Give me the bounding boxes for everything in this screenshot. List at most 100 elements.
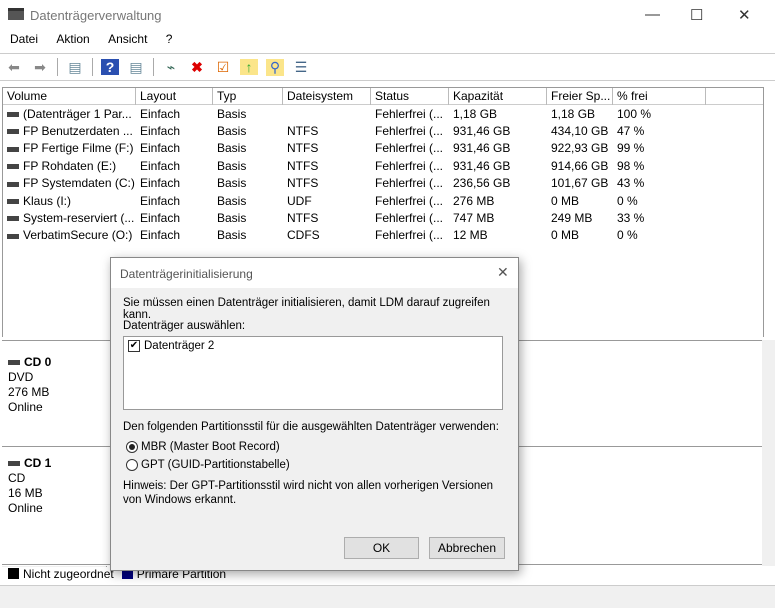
- cell-typ: Basis: [213, 194, 283, 208]
- table-row[interactable]: Klaus (I:) Einfach Basis UDF Fehlerfrei (...…: [3, 192, 763, 209]
- cell-text: Fehlerfrei (...: [375, 106, 444, 121]
- column-freier-speicher[interactable]: Freier Sp...: [547, 87, 613, 105]
- dialog-close-button[interactable]: ✕: [497, 264, 509, 281]
- volume-icon: [7, 146, 19, 152]
- cell-text: Einfach: [140, 176, 181, 191]
- disk-state: Online: [8, 400, 43, 414]
- gpt-hint: Hinweis: Der GPT-Partitionsstil wird nic…: [123, 480, 494, 506]
- cell-text: 931,46 GB: [453, 158, 511, 173]
- cell-volume: FP Fertige Filme (F:): [3, 141, 136, 155]
- cell-layout: Einfach: [136, 107, 213, 121]
- cell-text: 914,66 GB: [551, 158, 609, 173]
- cell-dateisystem: NTFS: [283, 176, 371, 190]
- title-bar: Datenträgerverwaltung — ☐ ✕: [0, 0, 775, 30]
- delete-icon[interactable]: ✖: [188, 59, 206, 76]
- cell-typ: Basis: [213, 107, 283, 121]
- cell-text: Einfach: [140, 141, 181, 156]
- menu-ansicht[interactable]: Ansicht: [108, 32, 147, 46]
- radio-selected[interactable]: [126, 441, 138, 453]
- legend-swatch-unallocated: [8, 568, 19, 579]
- column-prozent-frei[interactable]: % frei: [613, 87, 706, 105]
- table-row[interactable]: System-reserviert (... Einfach Basis NTFS Fe…: [3, 209, 763, 226]
- cell-dateisystem: NTFS: [283, 159, 371, 173]
- initialize-disk-dialog: Datenträgerinitialisierung ✕ Sie müssen …: [110, 257, 519, 571]
- column-kapazitaet[interactable]: Kapazität: [449, 87, 547, 105]
- disk-state: Online: [8, 501, 43, 515]
- mbr-radio[interactable]: MBR (Master Boot Record): [126, 441, 280, 453]
- disk-size: 16 MB: [8, 486, 43, 500]
- cell-text: VerbatimSecure (O:): [23, 228, 133, 243]
- vertical-scrollbar[interactable]: [762, 340, 775, 566]
- column-typ[interactable]: Typ: [213, 87, 283, 105]
- table-row[interactable]: FP Systemdaten (C:) Einfach Basis NTFS Fehle…: [3, 175, 763, 192]
- cell-prozent-frei: 100 %: [613, 107, 706, 121]
- cell-text: Basis: [217, 124, 247, 139]
- table-row[interactable]: (Datenträger 1 Par... Einfach Basis Fehlerf…: [3, 105, 763, 122]
- cell-text: 434,10 GB: [551, 124, 609, 139]
- show-hide-console-icon[interactable]: ▤: [66, 59, 84, 76]
- column-dateisystem[interactable]: Dateisystem: [283, 87, 371, 105]
- close-button[interactable]: ✕: [738, 6, 751, 24]
- disk-checkbox[interactable]: ✔: [128, 340, 140, 352]
- cell-text: Basis: [217, 176, 247, 191]
- cell-text: 100 %: [617, 106, 652, 121]
- ok-button[interactable]: OK: [344, 537, 419, 559]
- window-title: Datenträgerverwaltung: [30, 8, 162, 23]
- cell-text: NTFS: [287, 158, 319, 173]
- show-action-pane-icon[interactable]: ▤: [127, 59, 145, 76]
- cell-typ: Basis: [213, 159, 283, 173]
- cell-volume: FP Benutzerdaten ...: [3, 124, 136, 138]
- cell-kapazitaet: 276 MB: [449, 194, 547, 208]
- cell-freier-speicher: 249 MB: [547, 211, 613, 225]
- cell-text: Basis: [217, 106, 247, 121]
- cell-kapazitaet: 12 MB: [449, 228, 547, 242]
- forward-icon[interactable]: ➡: [31, 59, 49, 76]
- separator: [57, 58, 58, 76]
- volume-icon: [7, 129, 19, 135]
- cell-dateisystem: NTFS: [283, 124, 371, 138]
- minimize-button[interactable]: —: [645, 6, 660, 23]
- cell-text: NTFS: [287, 211, 319, 226]
- disk-cd1[interactable]: CD 1 CD 16 MB Online: [8, 456, 108, 516]
- maximize-button[interactable]: ☐: [690, 6, 703, 24]
- menu-aktion[interactable]: Aktion: [56, 32, 89, 46]
- dialog-intro: Sie müssen einen Datenträger initialisie…: [123, 297, 490, 321]
- cell-text: 98 %: [617, 158, 645, 173]
- column-layout[interactable]: Layout: [136, 87, 213, 105]
- cell-text: Basis: [217, 141, 247, 156]
- disk-type: DVD: [8, 370, 34, 384]
- cell-text: Einfach: [140, 124, 181, 139]
- dialog-title-bar: Datenträgerinitialisierung ✕: [111, 258, 518, 288]
- table-header: Volume Layout Typ Dateisystem Status Kap…: [3, 87, 763, 105]
- cell-text: 931,46 GB: [453, 124, 511, 139]
- list-view-icon[interactable]: ☰: [292, 59, 310, 76]
- menu-help[interactable]: ?: [166, 32, 173, 46]
- back-icon[interactable]: ⬅: [5, 59, 23, 76]
- disk-listbox[interactable]: ✔ Datenträger 2: [123, 336, 503, 410]
- properties-icon[interactable]: ☑: [214, 59, 232, 76]
- cell-text: NTFS: [287, 124, 319, 139]
- table-row[interactable]: FP Fertige Filme (F:) Einfach Basis NTFS Feh…: [3, 140, 763, 157]
- explore-icon[interactable]: ⚲: [266, 58, 284, 76]
- connect-drive-icon[interactable]: ⌁: [162, 59, 180, 76]
- column-volume[interactable]: Volume: [3, 87, 136, 105]
- disk-cd0[interactable]: CD 0 DVD 276 MB Online: [8, 355, 108, 415]
- cell-text: 236,56 GB: [453, 176, 511, 191]
- cell-prozent-frei: 0 %: [613, 228, 706, 242]
- radio-unselected[interactable]: [126, 459, 138, 471]
- disk-list-item[interactable]: ✔ Datenträger 2: [124, 337, 502, 355]
- cell-layout: Einfach: [136, 176, 213, 190]
- table-row[interactable]: FP Benutzerdaten ... Einfach Basis NTFS Fehl…: [3, 122, 763, 139]
- cancel-button[interactable]: Abbrechen: [429, 537, 505, 559]
- gpt-radio[interactable]: GPT (GUID-Partitionstabelle): [126, 459, 290, 471]
- menu-datei[interactable]: Datei: [10, 32, 38, 46]
- cell-typ: Basis: [213, 228, 283, 242]
- table-row[interactable]: VerbatimSecure (O:) Einfach Basis CDFS Fehle…: [3, 227, 763, 244]
- help-icon[interactable]: ?: [101, 59, 119, 75]
- cell-typ: Basis: [213, 176, 283, 190]
- table-row[interactable]: FP Rohdaten (E:) Einfach Basis NTFS Fehlerfr…: [3, 157, 763, 174]
- column-status[interactable]: Status: [371, 87, 449, 105]
- cell-status: Fehlerfrei (...: [371, 211, 449, 225]
- mbr-label: MBR (Master Boot Record): [141, 441, 280, 454]
- open-folder-icon[interactable]: ↑: [240, 59, 258, 75]
